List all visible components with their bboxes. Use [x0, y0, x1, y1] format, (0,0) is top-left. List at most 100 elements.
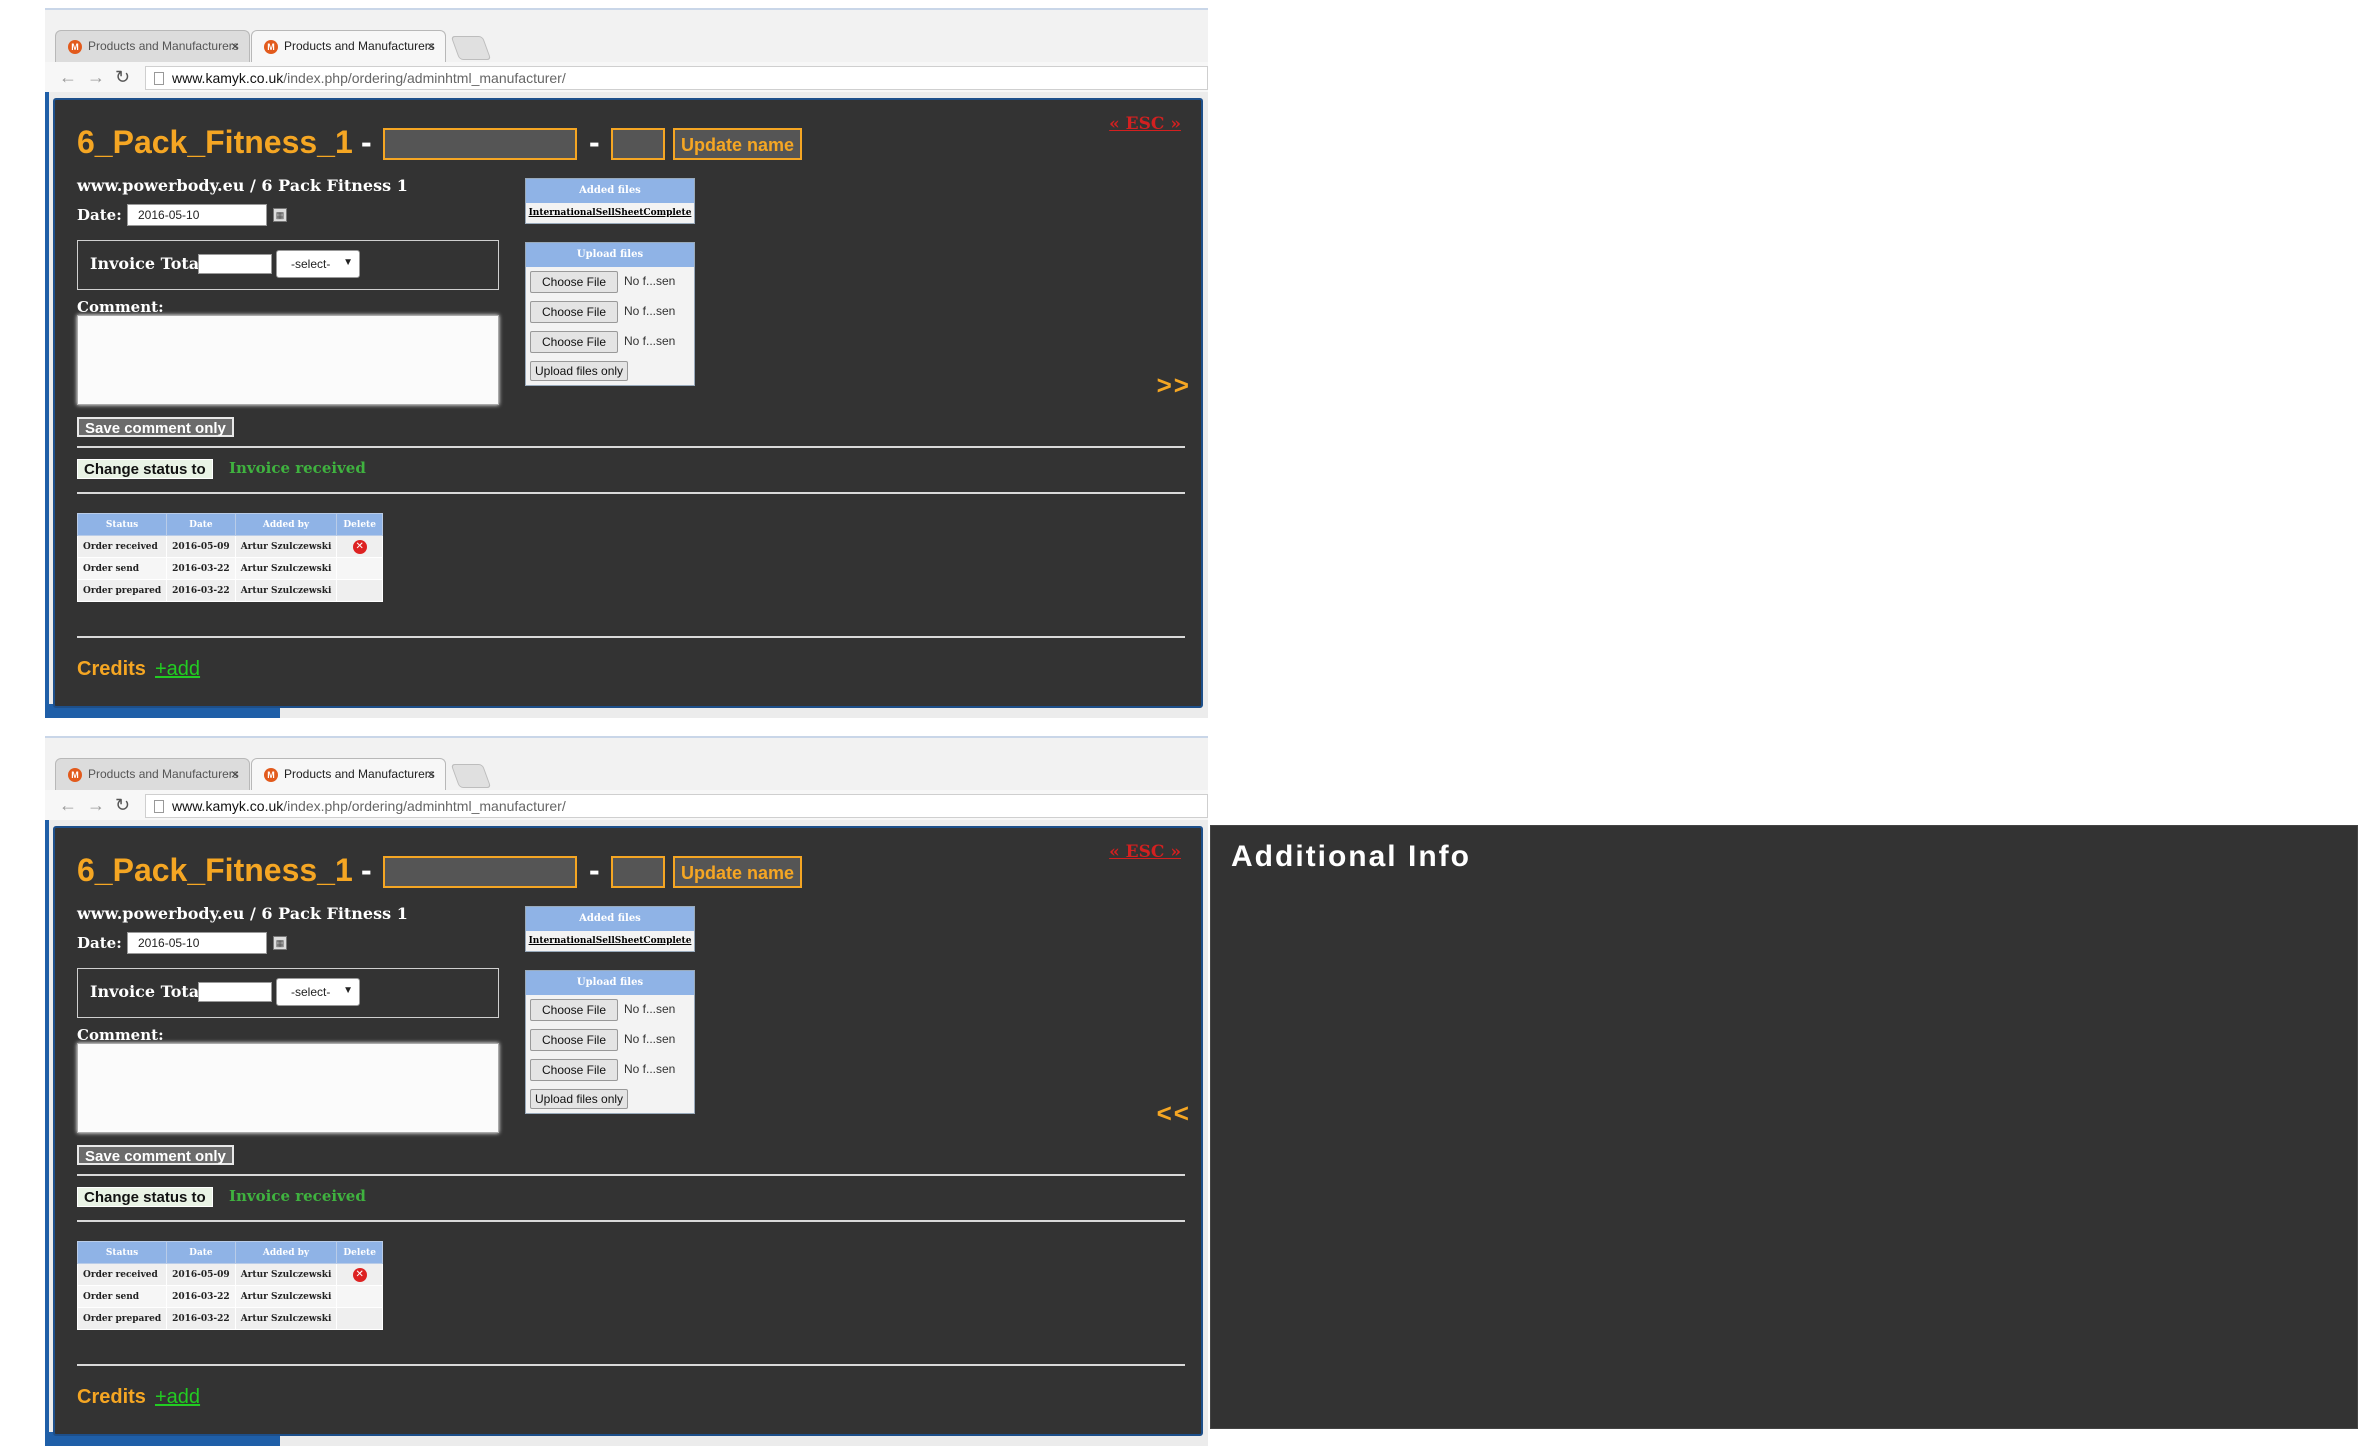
- browser-tab-2[interactable]: M Products and Manufacturers ×: [251, 758, 446, 790]
- reload-icon[interactable]: ↻: [115, 795, 130, 816]
- save-comment-button[interactable]: Save comment only: [77, 417, 234, 437]
- no-file-text: No f...sen: [624, 1002, 676, 1016]
- reload-icon[interactable]: ↻: [115, 67, 130, 88]
- manufacturer-title: 6_Pack_Fitness_1: [77, 124, 353, 160]
- forward-arrow-icon[interactable]: →: [87, 795, 105, 816]
- status-cell: Order received: [76, 535, 168, 558]
- added-by-cell: Artur Szulczewski: [234, 1285, 338, 1308]
- column-header: Added by: [234, 513, 338, 536]
- added-files-header: Added files: [526, 907, 694, 931]
- browser-tab-1[interactable]: M Products and Manufacturers ×: [55, 758, 250, 790]
- manufacturer-title: 6_Pack_Fitness_1: [77, 852, 353, 888]
- url-field[interactable]: www.kamyk.co.uk/index.php/ordering/admin…: [145, 794, 1208, 818]
- back-arrow-icon[interactable]: ←: [59, 67, 77, 88]
- currency-select-value: -select-: [291, 985, 331, 999]
- column-header: Added by: [234, 1241, 338, 1264]
- address-bar: ← → ↻ www.kamyk.co.uk/index.php/ordering…: [45, 62, 1208, 94]
- browser-tab-2[interactable]: M Products and Manufacturers ×: [251, 30, 446, 62]
- new-tab-button[interactable]: [450, 36, 492, 60]
- upload-files-only-button[interactable]: Upload files only: [530, 1089, 629, 1109]
- date-field[interactable]: 2016-05-10: [127, 932, 267, 954]
- comment-textarea[interactable]: [77, 1043, 499, 1133]
- currency-select[interactable]: -select- ▼: [276, 978, 360, 1006]
- invoice-total-label: Invoice Total:: [90, 982, 212, 1001]
- tab-title: Products and Manufacturers: [284, 767, 435, 781]
- back-arrow-icon[interactable]: ←: [59, 795, 77, 816]
- close-tab-icon[interactable]: ×: [427, 38, 435, 54]
- close-tab-icon[interactable]: ×: [427, 766, 435, 782]
- table-header-row: Status Date Added by Delete: [76, 513, 383, 536]
- table-row: Order received 2016-05-09 Artur Szulczew…: [76, 535, 383, 558]
- credits-label: Credits: [77, 1386, 146, 1408]
- site-manufacturer-line: www.powerbody.eu / 6 Pack Fitness 1: [77, 904, 408, 923]
- manufacturer-order-panel: « ESC » 6_Pack_Fitness_1 - - Update name…: [53, 826, 1203, 1436]
- upload-files-only-button[interactable]: Upload files only: [530, 361, 629, 381]
- date-field[interactable]: 2016-05-10: [127, 204, 267, 226]
- added-files-box: Added files InternationalSellSheetComple…: [525, 178, 695, 224]
- table-row: Order send 2016-03-22 Artur Szulczewski: [76, 1285, 383, 1308]
- title-separator: -: [361, 852, 372, 888]
- delete-icon[interactable]: ✕: [352, 1267, 367, 1282]
- close-tab-icon[interactable]: ×: [231, 38, 239, 54]
- choose-file-button[interactable]: Choose File: [530, 301, 618, 323]
- new-tab-button[interactable]: [450, 764, 492, 788]
- manufacturer-name-input[interactable]: [383, 128, 577, 160]
- delete-icon[interactable]: ✕: [352, 539, 367, 554]
- expand-info-toggle[interactable]: >>: [1157, 370, 1191, 401]
- status-cell: Order received: [76, 1263, 168, 1286]
- title-separator: -: [589, 124, 600, 160]
- calendar-icon[interactable]: ▦: [273, 208, 287, 222]
- change-status-button[interactable]: Change status to: [77, 1187, 213, 1207]
- manufacturer-name-input[interactable]: [383, 856, 577, 888]
- currency-select[interactable]: -select- ▼: [276, 250, 360, 278]
- manufacturer-code-input[interactable]: [611, 856, 665, 888]
- update-name-button[interactable]: Update name: [673, 856, 803, 888]
- choose-file-button[interactable]: Choose File: [530, 999, 618, 1021]
- choose-file-button[interactable]: Choose File: [530, 271, 618, 293]
- change-status-button[interactable]: Change status to: [77, 459, 213, 479]
- url-field[interactable]: www.kamyk.co.uk/index.php/ordering/admin…: [145, 66, 1208, 90]
- save-comment-button[interactable]: Save comment only: [77, 1145, 234, 1165]
- calendar-icon[interactable]: ▦: [273, 936, 287, 950]
- comment-textarea[interactable]: [77, 315, 499, 405]
- delete-cell: [336, 579, 383, 602]
- added-file-link[interactable]: InternationalSellSheetComplete: [526, 931, 694, 946]
- choose-file-button[interactable]: Choose File: [530, 1059, 618, 1081]
- esc-close-link[interactable]: « ESC »: [1109, 114, 1181, 134]
- collapse-info-toggle[interactable]: <<: [1157, 1098, 1191, 1129]
- no-file-text: No f...sen: [624, 1032, 676, 1046]
- chevron-down-icon: ▼: [343, 257, 353, 268]
- invoice-total-box: Invoice Total: -select- ▼: [77, 240, 499, 290]
- currency-select-value: -select-: [291, 257, 331, 271]
- no-file-text: No f...sen: [624, 274, 676, 288]
- choose-file-button[interactable]: Choose File: [530, 331, 618, 353]
- added-files-header: Added files: [526, 179, 694, 203]
- added-file-link[interactable]: InternationalSellSheetComplete: [526, 203, 694, 218]
- chevron-down-icon: ▼: [343, 985, 353, 996]
- url-path: /index.php/ordering/adminhtml_manufactur…: [283, 798, 566, 814]
- forward-arrow-icon[interactable]: →: [87, 67, 105, 88]
- close-tab-icon[interactable]: ×: [231, 766, 239, 782]
- url-host: www.kamyk.co.uk: [172, 798, 284, 814]
- screenshot-collapsed: M Products and Manufacturers × M Product…: [45, 8, 1208, 718]
- added-by-cell: Artur Szulczewski: [234, 535, 338, 558]
- manufacturer-code-input[interactable]: [611, 128, 665, 160]
- column-header: Date: [166, 1241, 236, 1264]
- invoice-total-box: Invoice Total: -select- ▼: [77, 968, 499, 1018]
- add-credit-link[interactable]: +add: [155, 1386, 200, 1409]
- add-credit-link[interactable]: +add: [155, 658, 200, 681]
- invoice-total-input[interactable]: [198, 254, 272, 274]
- date-cell: 2016-03-22: [166, 579, 236, 602]
- delete-cell: [336, 1285, 383, 1308]
- choose-file-button[interactable]: Choose File: [530, 1029, 618, 1051]
- admin-page-edge: [45, 92, 49, 712]
- invoice-total-input[interactable]: [198, 982, 272, 1002]
- browser-tab-1[interactable]: M Products and Manufacturers ×: [55, 30, 250, 62]
- no-file-text: No f...sen: [624, 334, 676, 348]
- update-name-button[interactable]: Update name: [673, 128, 803, 160]
- column-header: Status: [76, 1241, 168, 1264]
- esc-close-link[interactable]: « ESC »: [1109, 842, 1181, 862]
- magento-favicon-icon: M: [264, 768, 278, 782]
- screenshot-expanded: M Products and Manufacturers × M Product…: [45, 736, 1208, 1446]
- delete-cell: [336, 1307, 383, 1330]
